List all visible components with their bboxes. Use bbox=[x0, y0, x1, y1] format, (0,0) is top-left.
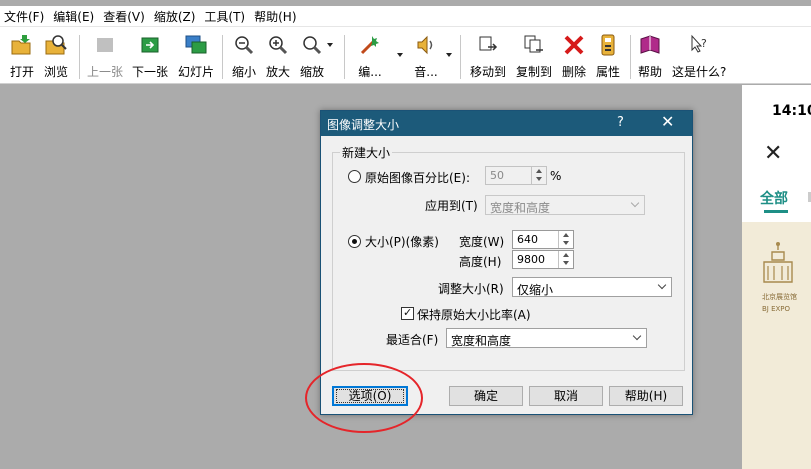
edit-wand-icon bbox=[358, 33, 382, 57]
zoom-out-button[interactable]: 缩小 bbox=[232, 33, 256, 81]
bj-expo-logo-icon bbox=[763, 242, 793, 283]
chevron-down-icon bbox=[657, 280, 667, 290]
percent-label: 原始图像百分比(E): bbox=[365, 171, 470, 185]
svg-text:?: ? bbox=[701, 37, 707, 50]
phone-logo-text: 北京展览馆 bbox=[762, 293, 797, 301]
zoom-icon bbox=[300, 33, 324, 57]
size-label: 大小(P)(像素) bbox=[365, 235, 439, 249]
audio-button[interactable]: 音... bbox=[414, 33, 438, 81]
chevron-down-icon bbox=[632, 331, 642, 341]
help-button-label: 帮助(H) bbox=[624, 389, 668, 403]
delete-button[interactable]: 删除 bbox=[562, 33, 586, 81]
percent-stepper[interactable]: 50 bbox=[485, 166, 547, 185]
best-fit-label: 最适合(F) bbox=[386, 333, 439, 347]
ok-button-label: 确定 bbox=[473, 389, 498, 403]
help-book-icon bbox=[638, 33, 662, 57]
new-size-group-title: 新建大小 bbox=[340, 144, 393, 161]
phone-content-card: BJ EXPO bbox=[742, 222, 811, 469]
slideshow-icon bbox=[184, 33, 208, 57]
move-to-button[interactable]: 移动到 bbox=[470, 33, 506, 81]
chevron-down-icon bbox=[630, 198, 640, 208]
height-label: 高度(H) bbox=[459, 255, 502, 269]
menu-bar: 文件(F) 编辑(E) 查看(V) 缩放(Z) 工具(T) 帮助(H) bbox=[0, 6, 811, 26]
open-button[interactable]: 打开 bbox=[10, 33, 34, 81]
whats-this-icon: ? bbox=[687, 33, 711, 57]
phone-tab-all: 全部 bbox=[760, 191, 788, 207]
toolbar-separator bbox=[344, 35, 345, 79]
toolbar-separator bbox=[460, 35, 461, 79]
percent-stepper-arrows-icon[interactable] bbox=[531, 167, 546, 184]
resize-select[interactable]: 仅缩小 bbox=[512, 277, 672, 297]
phone-logo-caption: BJ EXPO bbox=[762, 305, 791, 313]
properties-icon bbox=[596, 33, 620, 57]
toolbar-separator bbox=[630, 35, 631, 79]
percent-unit: % bbox=[550, 169, 562, 183]
move-to-icon bbox=[476, 33, 500, 57]
browse-button[interactable]: 浏览 bbox=[44, 33, 68, 81]
resize-label: 调整大小(R) bbox=[438, 282, 504, 296]
background-phone-preview: 14:10 ✕ 全部 BJ EXPO 北京展览馆 bbox=[742, 85, 811, 469]
menu-view[interactable]: 查看(V) bbox=[100, 8, 148, 25]
properties-button[interactable]: 属性 bbox=[596, 33, 620, 81]
width-label: 宽度(W) bbox=[459, 235, 505, 249]
percent-radio[interactable] bbox=[348, 170, 361, 183]
phone-time: 14:10 bbox=[772, 103, 811, 119]
menu-zoom[interactable]: 缩放(Z) bbox=[151, 8, 199, 25]
open-folder-icon bbox=[10, 33, 34, 57]
zoom-in-icon bbox=[266, 33, 290, 57]
apply-to-select[interactable]: 宽度和高度 bbox=[485, 195, 645, 215]
toolbar: 打开 浏览 上一张 下一张 幻灯片 缩小 放大 缩放 编... 音... 移动到… bbox=[0, 26, 811, 84]
zoom-out-icon bbox=[232, 33, 256, 57]
height-stepper-arrows-icon[interactable] bbox=[558, 251, 573, 268]
next-button[interactable]: 下一张 bbox=[132, 33, 168, 81]
ok-button[interactable]: 确定 bbox=[449, 386, 523, 406]
menu-file[interactable]: 文件(F) bbox=[0, 8, 47, 25]
dialog-title-bar[interactable]: 图像调整大小 ? ✕ bbox=[321, 111, 692, 136]
copy-to-button[interactable]: 复制到 bbox=[516, 33, 552, 81]
size-radio[interactable] bbox=[348, 235, 361, 248]
height-stepper[interactable]: 9800 bbox=[512, 250, 574, 269]
best-fit-select[interactable]: 宽度和高度 bbox=[446, 328, 647, 348]
previous-button[interactable]: 上一张 bbox=[87, 33, 123, 81]
help-dialog-button[interactable]: 帮助(H) bbox=[609, 386, 683, 406]
delete-x-icon bbox=[562, 33, 586, 57]
zoom-button[interactable]: 缩放 bbox=[300, 33, 324, 81]
slideshow-button[interactable]: 幻灯片 bbox=[178, 33, 214, 81]
edit-dropdown-icon[interactable] bbox=[397, 53, 403, 57]
phone-close-icon: ✕ bbox=[764, 141, 783, 166]
annotation-circle bbox=[305, 363, 423, 433]
zoom-dropdown-icon[interactable] bbox=[327, 43, 333, 47]
copy-to-icon bbox=[522, 33, 546, 57]
previous-arrow-icon bbox=[93, 33, 117, 57]
width-stepper[interactable]: 640 bbox=[512, 230, 574, 249]
dialog-title: 图像调整大小 bbox=[327, 118, 400, 132]
speaker-icon bbox=[414, 33, 438, 57]
next-arrow-icon bbox=[138, 33, 162, 57]
audio-dropdown-icon[interactable] bbox=[446, 53, 452, 57]
whats-this-button[interactable]: ? 这是什么? bbox=[672, 33, 726, 81]
browse-folder-icon bbox=[44, 33, 68, 57]
apply-to-label: 应用到(T) bbox=[425, 199, 478, 213]
menu-tools[interactable]: 工具(T) bbox=[201, 8, 248, 25]
menu-edit[interactable]: 编辑(E) bbox=[50, 8, 97, 25]
cancel-button[interactable]: 取消 bbox=[529, 386, 603, 406]
dialog-help-icon[interactable]: ? bbox=[617, 115, 624, 130]
edit-button[interactable]: 编... bbox=[358, 33, 382, 81]
keep-ratio-label: 保持原始大小比率(A) bbox=[417, 308, 531, 322]
cancel-button-label: 取消 bbox=[553, 389, 578, 403]
toolbar-separator bbox=[79, 35, 80, 79]
menu-help[interactable]: 帮助(H) bbox=[251, 8, 299, 25]
width-stepper-arrows-icon[interactable] bbox=[558, 231, 573, 248]
zoom-in-button[interactable]: 放大 bbox=[266, 33, 290, 81]
toolbar-separator bbox=[222, 35, 223, 79]
dialog-close-icon[interactable]: ✕ bbox=[661, 114, 674, 130]
help-button[interactable]: 帮助 bbox=[638, 33, 662, 81]
keep-ratio-checkbox[interactable] bbox=[401, 306, 414, 320]
phone-tab-indicator bbox=[764, 210, 788, 213]
